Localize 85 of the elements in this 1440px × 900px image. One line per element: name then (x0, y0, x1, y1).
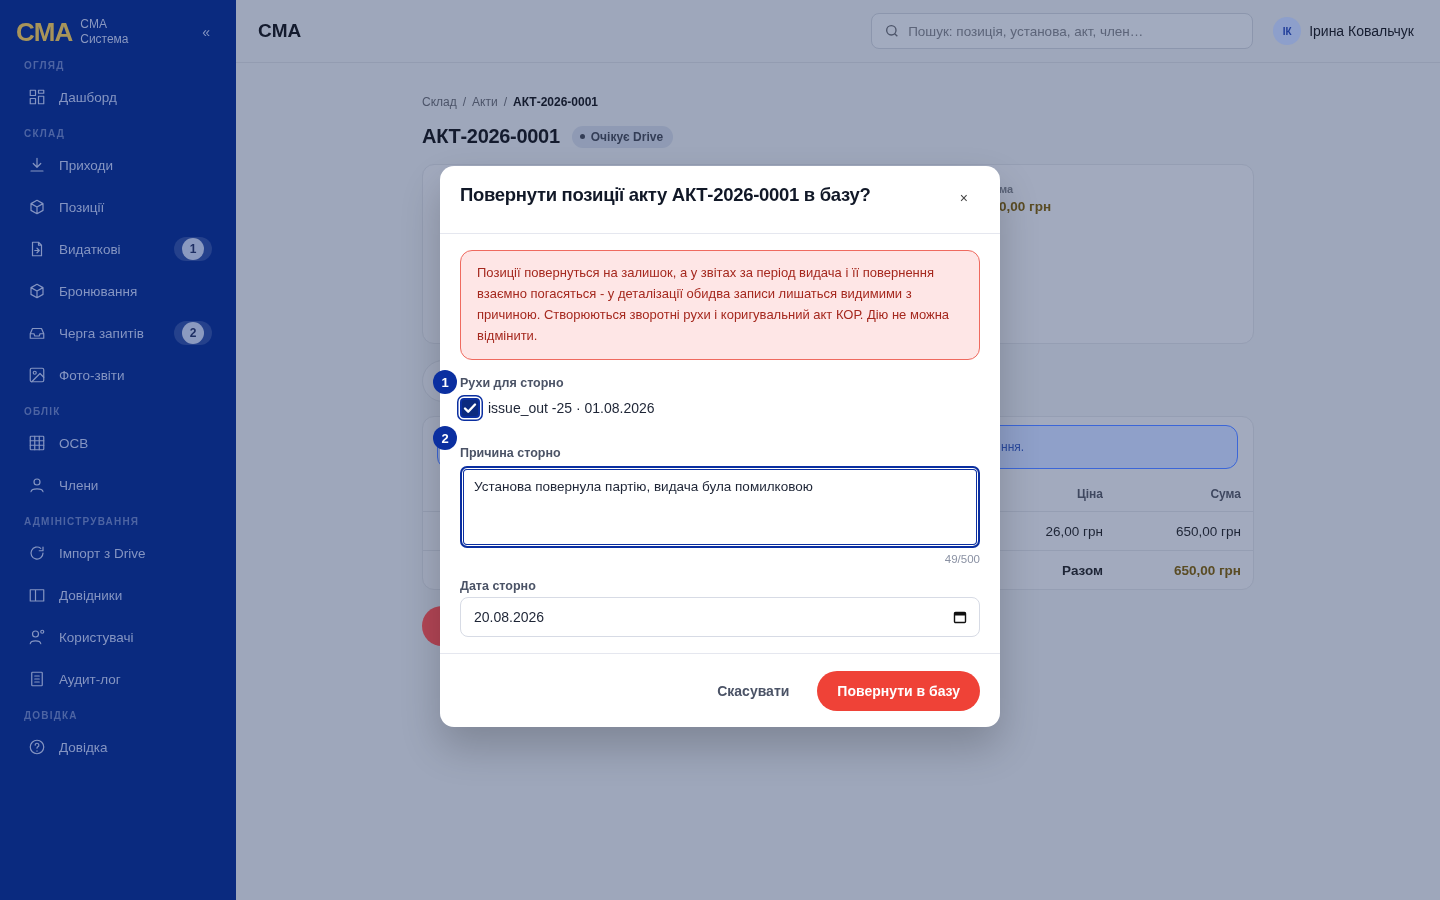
total-value: 650,00 грн (1172, 562, 1241, 578)
sidebar-item[interactable]: Члени (0, 464, 236, 506)
banner-text: ння. (1001, 440, 1025, 454)
sidebar-label: Видаткові (59, 241, 121, 257)
search-field[interactable]: Пошук: позиція, установа, акт, член… (871, 13, 1254, 49)
count-badge: 2 (174, 321, 212, 345)
section-title: ОБЛІК (23, 405, 62, 419)
close-button[interactable]: × (959, 190, 968, 206)
table-icon (28, 434, 46, 452)
sidebar-label: Члени (59, 477, 99, 493)
sidebar-label: Бронювання (59, 283, 138, 299)
app-name: CMA (80, 17, 108, 32)
section-title: ДОВІДКА (23, 709, 79, 723)
table-cell-text: 650,00 грн (1175, 523, 1241, 539)
reason-field[interactable]: Установа повернула партію, видача була помилковою (460, 466, 980, 548)
dialog-title: Повернути позиції акту АКТ-2026-0001 в базу? (460, 184, 871, 206)
summary-value: 0,00 грн (999, 199, 1053, 214)
sidebar-item[interactable]: Імпорт з Drive (0, 532, 236, 574)
help-icon (28, 738, 46, 756)
sidebar-label: Черга запитів (59, 325, 144, 341)
user-avatar[interactable]: ІК (1273, 17, 1302, 45)
box-icon (28, 282, 46, 300)
breadcrumb-link[interactable]: Акти (472, 95, 498, 109)
page-header-title: CMA (258, 20, 302, 42)
table-cell-text: 26,00 грн (1044, 523, 1103, 539)
sidebar-item[interactable]: ОСВ (0, 422, 236, 464)
section-title: СКЛАД (23, 127, 67, 141)
page-title: АКТ-2026-0001 (422, 125, 560, 148)
sidebar-label: ОСВ (59, 435, 89, 451)
status-badge: Очікує Drive (571, 125, 674, 148)
clipboard-icon (28, 670, 46, 688)
character-counter: 49/500 (944, 553, 980, 565)
sidebar-label: Дашборд (59, 89, 117, 105)
sidebar-label: Аудит-лог (59, 671, 121, 687)
sidebar-item[interactable]: Довідка (0, 726, 236, 768)
book-icon (28, 586, 46, 604)
sidebar-label: Імпорт з Drive (59, 545, 146, 561)
sidebar-label: Приходи (59, 157, 113, 173)
field-label: Дата сторно (460, 579, 537, 593)
grid-icon (28, 88, 46, 106)
sidebar-label: Користувачі (59, 629, 134, 645)
check-icon (462, 400, 478, 416)
column-header: Ціна (1075, 487, 1103, 501)
box-icon (28, 198, 46, 216)
app-subtitle: Система (80, 32, 129, 47)
sidebar-item[interactable]: Аудит-лог (0, 658, 236, 700)
refresh-icon (28, 544, 46, 562)
section-title: ОГЛЯД (23, 59, 66, 73)
sidebar-item[interactable]: Видаткові 1 (0, 228, 236, 270)
sidebar-item[interactable]: Приходи (0, 144, 236, 186)
sidebar-item[interactable]: Черга запитів 2 (0, 312, 236, 354)
sidebar-item[interactable]: Користувачі (0, 616, 236, 658)
count-badge: 1 (174, 237, 212, 261)
sidebar-item[interactable]: Довідники (0, 574, 236, 616)
field-label: Рухи для сторно (460, 376, 565, 390)
checkbox[interactable] (460, 398, 480, 418)
sidebar-label: Позиції (59, 199, 105, 215)
checkbox-label: issue_out -25 · 01.08.2026 (488, 400, 655, 416)
breadcrumb-separator: / (503, 95, 507, 109)
sidebar-label: Фото-звіти (59, 367, 125, 383)
section-title: АДМІНІСТРУВАННЯ (23, 515, 141, 529)
collapse-button[interactable]: « (202, 24, 210, 40)
breadcrumb-link[interactable]: Склад (422, 95, 457, 109)
warning-message: Позиції повернуться на залишок, а у звітах за період видача і її повернення взаємно погасяться - у деталізації обидва записи лишаться видимими з причиною. Створюються зворотні рухи і коригувальний акт КОР. Дію не можна відмінити. (460, 250, 980, 360)
breadcrumb-separator: / (462, 95, 467, 109)
confirm-button[interactable]: Повернути в базу (817, 671, 980, 711)
logo: CMA (16, 16, 73, 48)
sidebar-label: Довідка (59, 739, 108, 755)
field-label: Причина сторно (460, 446, 562, 460)
user-name: Ірина Ковальчук (1309, 23, 1414, 39)
download-icon (28, 156, 46, 174)
image-icon (28, 366, 46, 384)
total-label: Разом (1061, 562, 1103, 578)
users-icon (28, 628, 46, 646)
sidebar-item[interactable]: Дашборд (0, 76, 236, 118)
sidebar-item[interactable]: Фото-звіти (0, 354, 236, 396)
sidebar-label: Довідники (59, 587, 123, 603)
column-header: Сума (1209, 487, 1241, 501)
date-field[interactable]: 20.08.2026 (460, 597, 980, 637)
sidebar-item[interactable]: Бронювання (0, 270, 236, 312)
sidebar-item[interactable]: Позиції (0, 186, 236, 228)
user-icon (28, 476, 46, 494)
calendar-icon (953, 610, 967, 624)
summary-label: ма (999, 183, 1015, 195)
cancel-button[interactable]: Скасувати (717, 683, 790, 699)
